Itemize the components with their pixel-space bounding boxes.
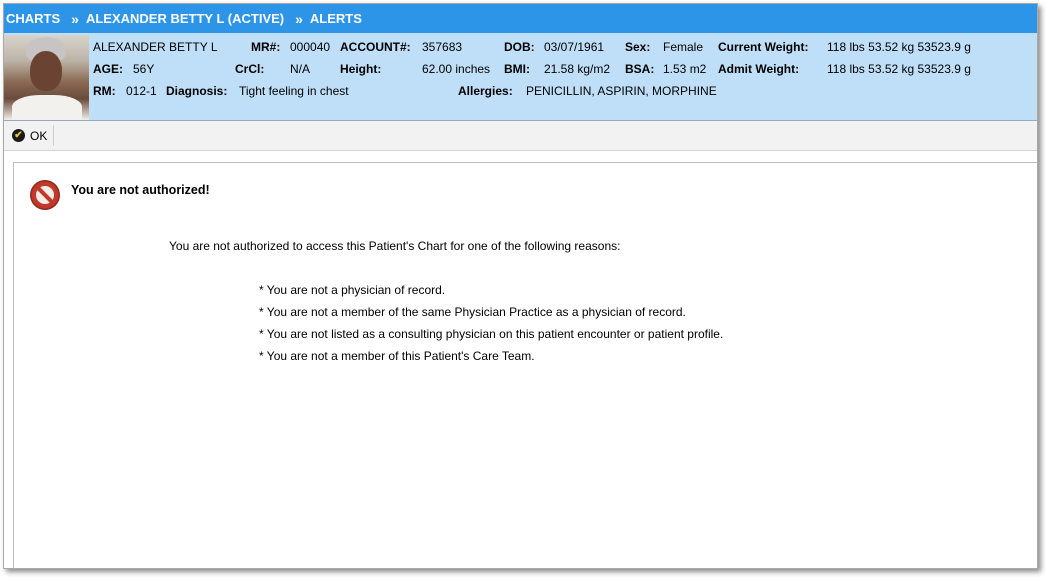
alert-title: You are not authorized! — [71, 183, 210, 197]
mr-label: MR#: — [251, 40, 281, 54]
rm-value: 012-1 — [126, 84, 157, 98]
ok-button-label: OK — [30, 128, 48, 143]
toolbar: ✔ OK — [4, 121, 1037, 151]
admit-weight-label: Admit Weight: — [718, 62, 800, 76]
diagnosis-label: Diagnosis: — [166, 84, 228, 98]
sex-value: Female — [663, 40, 704, 54]
crcl-value: N/A — [290, 62, 311, 76]
alert-panel: You are not authorized! You are not auth… — [13, 162, 1037, 568]
rm-label: RM: — [93, 84, 116, 98]
dob-value: 03/07/1961 — [544, 40, 605, 54]
breadcrumb-separator: » — [71, 10, 79, 27]
alert-intro: You are not authorized to access this Pa… — [169, 239, 621, 253]
sex-label: Sex: — [625, 40, 651, 54]
height-value: 62.00 inches — [422, 62, 491, 76]
patient-banner: ALEXANDER BETTY L MR#: 000040 ACCOUNT#: … — [4, 33, 1037, 121]
breadcrumb-separator: » — [295, 10, 303, 27]
breadcrumb-charts[interactable]: CHARTS — [4, 11, 66, 26]
age-label: AGE: — [93, 62, 123, 76]
ok-button[interactable]: ✔ OK — [8, 125, 55, 146]
height-label: Height: — [340, 62, 382, 76]
age-value: 56Y — [133, 62, 155, 76]
bsa-label: BSA: — [625, 62, 655, 76]
reason-item: * You are not a physician of record. — [259, 283, 446, 297]
diagnosis-value: Tight feeling in chest — [239, 84, 349, 98]
allergies-value: PENICILLIN, ASPIRIN, MORPHINE — [526, 84, 717, 98]
patient-photo — [4, 35, 89, 120]
breadcrumb: CHARTS » ALEXANDER BETTY L (ACTIVE) » AL… — [4, 4, 1037, 33]
bmi-label: BMI: — [504, 62, 530, 76]
breadcrumb-alerts[interactable]: ALERTS — [308, 11, 368, 26]
no-entry-icon — [30, 180, 60, 210]
bmi-value: 21.58 kg/m2 — [544, 62, 611, 76]
current-weight-value: 118 lbs 53.52 kg 53523.9 g — [827, 40, 971, 54]
dob-label: DOB: — [504, 40, 535, 54]
admit-weight-value: 118 lbs 53.52 kg 53523.9 g — [827, 62, 971, 76]
breadcrumb-patient[interactable]: ALEXANDER BETTY L (ACTIVE) — [84, 11, 290, 26]
reason-item: * You are not a member of this Patient's… — [259, 349, 535, 363]
reason-item: * You are not a member of the same Physi… — [259, 305, 686, 319]
current-weight-label: Current Weight: — [718, 40, 809, 54]
account-label: ACCOUNT#: — [340, 40, 411, 54]
reason-item: * You are not listed as a consulting phy… — [259, 327, 724, 341]
allergies-label: Allergies: — [458, 84, 513, 98]
patient-name: ALEXANDER BETTY L — [93, 40, 218, 54]
bsa-value: 1.53 m2 — [663, 62, 707, 76]
checkmark-icon: ✔ — [12, 129, 25, 142]
mr-value: 000040 — [290, 40, 331, 54]
app-window: CHARTS » ALEXANDER BETTY L (ACTIVE) » AL… — [3, 3, 1038, 569]
crcl-label: CrCl: — [235, 62, 265, 76]
account-value: 357683 — [422, 40, 463, 54]
